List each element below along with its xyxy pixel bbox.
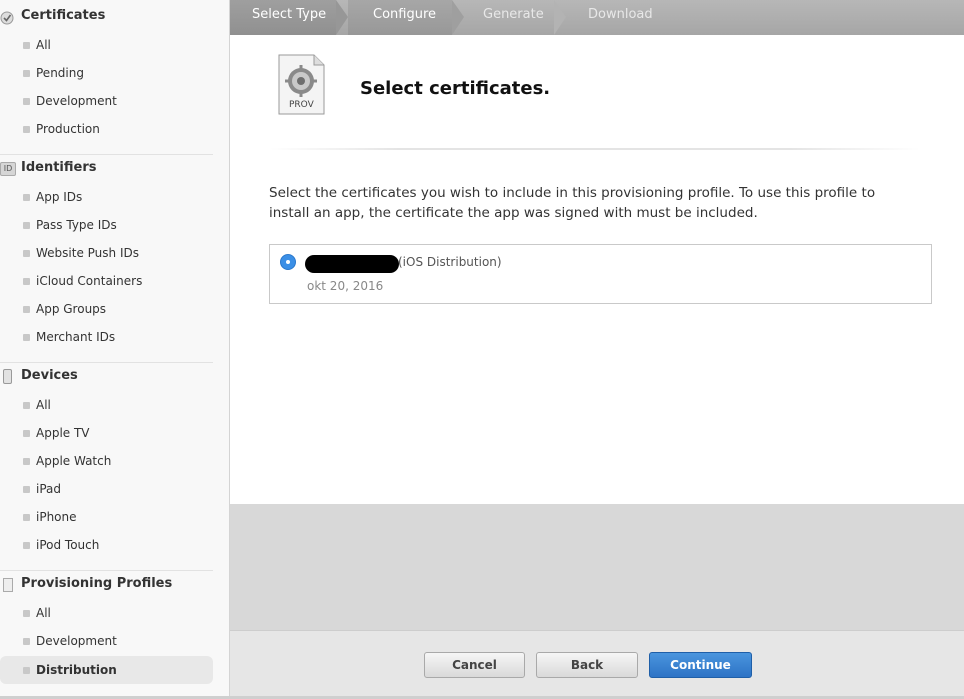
background-pattern [230, 504, 964, 630]
sidebar-item-label: Production [36, 122, 100, 136]
bullet-icon [23, 402, 30, 409]
bullet-icon [23, 250, 30, 257]
provisioning-profile-icon: PROV [278, 54, 325, 115]
device-icon [3, 369, 12, 384]
bullet-icon [23, 610, 30, 617]
sidebar-item-label: Apple TV [36, 426, 90, 440]
bullet-icon [23, 638, 30, 645]
step-generate: Generate [483, 7, 544, 22]
sidebar-item-website-push-ids[interactable]: Website Push IDs [0, 241, 213, 265]
bullet-icon [23, 278, 30, 285]
main-panel: PROV Select certificates. Select the cer… [230, 35, 964, 504]
bullet-icon [23, 98, 30, 105]
certificate-radio[interactable] [280, 254, 296, 270]
sidebar-item-merchant-ids[interactable]: Merchant IDs [0, 325, 213, 349]
bullet-icon [23, 458, 30, 465]
sidebar-item-apple-watch[interactable]: Apple Watch [0, 449, 213, 473]
description-text: Select the certificates you wish to incl… [269, 185, 876, 221]
bullet-icon [23, 222, 30, 229]
sidebar-item-profiles-development[interactable]: Development [0, 629, 213, 653]
step-download: Download [588, 7, 653, 22]
wizard-steps: Select Type Configure Generate Download [230, 0, 964, 35]
sidebar-item-app-groups[interactable]: App Groups [0, 297, 213, 321]
sidebar-item-label: All [36, 38, 51, 52]
sidebar-item-profiles-distribution[interactable]: Distribution [0, 656, 213, 684]
redacted-name [305, 255, 399, 273]
sidebar-item-certificates-pending[interactable]: Pending [0, 61, 213, 85]
certificate-icon [0, 10, 14, 25]
sidebar-item-label: iPod Touch [36, 538, 100, 552]
sidebar-item-label: iCloud Containers [36, 274, 143, 288]
footer-bar: Cancel Back Continue [230, 630, 964, 699]
sidebar-item-profiles-all[interactable]: All [0, 601, 213, 625]
sidebar-item-label: Development [36, 634, 117, 648]
section-title: Certificates [21, 8, 106, 23]
sidebar-item-certificates-production[interactable]: Production [0, 117, 213, 141]
bullet-icon [23, 42, 30, 49]
id-icon: ID [0, 162, 16, 176]
bullet-icon [23, 514, 30, 521]
bullet-icon [23, 430, 30, 437]
step-chevron [336, 0, 348, 35]
cancel-button[interactable]: Cancel [424, 652, 525, 678]
sidebar-item-label: Pending [36, 66, 84, 80]
sidebar-item-label: Development [36, 94, 117, 108]
section-title: Identifiers [21, 160, 97, 175]
step-chevron [554, 0, 566, 35]
section-provisioning-profiles[interactable]: Provisioning Profiles [0, 575, 213, 595]
step-select-type: Select Type [252, 7, 327, 22]
section-certificates[interactable]: Certificates [0, 7, 213, 27]
sidebar-item-ipod-touch[interactable]: iPod Touch [0, 533, 213, 557]
sidebar-item-app-ids[interactable]: App IDs [0, 185, 213, 209]
bullet-icon [23, 126, 30, 133]
divider [0, 362, 213, 363]
sidebar-item-label: Merchant IDs [36, 330, 116, 344]
divider [0, 154, 213, 155]
bullet-icon [23, 194, 30, 201]
sidebar-item-label: All [36, 398, 51, 412]
sidebar-item-label: Apple Watch [36, 454, 112, 468]
certificate-option[interactable]: (iOS Distribution) okt 20, 2016 [269, 244, 932, 304]
sidebar-item-label: Pass Type IDs [36, 218, 117, 232]
section-identifiers[interactable]: ID Identifiers [0, 159, 213, 179]
divider [270, 148, 920, 150]
bullet-icon [23, 70, 30, 77]
document-icon [3, 578, 13, 592]
section-title: Provisioning Profiles [21, 576, 173, 591]
sidebar-item-devices-all[interactable]: All [0, 393, 213, 417]
sidebar-item-pass-type-ids[interactable]: Pass Type IDs [0, 213, 213, 237]
page-title: Select certificates. [360, 78, 551, 99]
sidebar-item-apple-tv[interactable]: Apple TV [0, 421, 213, 445]
sidebar-item-ipad[interactable]: iPad [0, 477, 213, 501]
sidebar-item-label: All [36, 606, 51, 620]
step-configure: Configure [373, 7, 437, 22]
section-devices[interactable]: Devices [0, 367, 213, 387]
divider [0, 570, 213, 571]
section-title: Devices [21, 368, 78, 383]
bullet-icon [23, 334, 30, 341]
icon-label: PROV [289, 100, 314, 110]
sidebar: Certificates All Pending Development Pro… [0, 0, 230, 699]
certificate-date: okt 20, 2016 [307, 279, 384, 293]
sidebar-item-certificates-all[interactable]: All [0, 33, 213, 57]
sidebar-item-label: App IDs [36, 190, 83, 204]
sidebar-item-certificates-development[interactable]: Development [0, 89, 213, 113]
bullet-icon [23, 542, 30, 549]
bullet-icon [23, 306, 30, 313]
back-button[interactable]: Back [536, 652, 638, 678]
sidebar-item-label: iPad [36, 482, 62, 496]
step-chevron [452, 0, 464, 35]
sidebar-item-icloud-containers[interactable]: iCloud Containers [0, 269, 213, 293]
bullet-icon [23, 667, 30, 674]
sidebar-item-label: Website Push IDs [36, 246, 139, 260]
sidebar-item-label: App Groups [36, 302, 107, 316]
certificate-type: (iOS Distribution) [398, 255, 502, 269]
continue-button[interactable]: Continue [649, 652, 752, 678]
bullet-icon [23, 486, 30, 493]
sidebar-item-label: Distribution [36, 663, 117, 677]
sidebar-item-iphone[interactable]: iPhone [0, 505, 213, 529]
sidebar-item-label: iPhone [36, 510, 77, 524]
